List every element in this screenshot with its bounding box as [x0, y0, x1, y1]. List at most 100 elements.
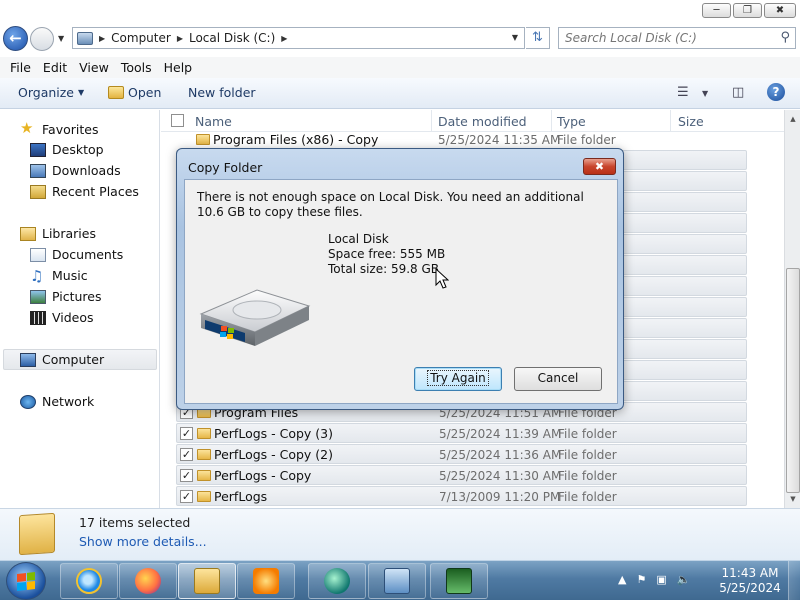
forward-button[interactable] — [30, 27, 54, 51]
table-row[interactable]: ✓ PerfLogs - Copy 5/25/2024 11:30 AM Fil… — [176, 465, 747, 485]
nav-desktop[interactable]: Desktop — [30, 142, 104, 157]
cancel-button[interactable]: Cancel — [514, 367, 602, 391]
address-bar[interactable]: ▶ Computer ▶ Local Disk (C:) ▶ ▼ — [72, 27, 525, 49]
taskbar-app[interactable] — [308, 563, 366, 599]
disk-name: Local Disk — [328, 232, 389, 246]
navigation-pane: ★ Favorites Desktop Downloads Recent Pla… — [0, 110, 160, 508]
scroll-down-icon[interactable]: ▼ — [787, 492, 799, 506]
taskbar: ▲ ⚑ ▣ 🔈 11:43 AM 5/25/2024 — [0, 560, 800, 600]
file-date: 5/25/2024 11:35 AM — [438, 133, 561, 147]
change-view-icon[interactable]: ☰ — [677, 85, 689, 100]
breadcrumb-arrow-icon[interactable]: ▶ — [281, 34, 287, 43]
start-button[interactable] — [6, 562, 46, 600]
preview-pane-icon[interactable]: ◫ — [732, 85, 744, 100]
dialog-close-button[interactable]: ✖ — [583, 158, 616, 175]
minimize-button[interactable]: ─ — [702, 3, 731, 18]
breadcrumb-local-disk[interactable]: Local Disk (C:) — [189, 31, 275, 45]
menu-view[interactable]: View — [79, 57, 121, 78]
mouse-cursor-icon — [435, 268, 449, 289]
try-again-button[interactable]: Try Again — [414, 367, 502, 391]
show-hidden-icons-icon[interactable]: ▲ — [618, 573, 626, 586]
column-size[interactable]: Size — [678, 114, 704, 129]
maximize-button[interactable]: ❐ — [733, 3, 762, 18]
column-type[interactable]: Type — [557, 114, 586, 129]
organize-label: Organize — [18, 85, 74, 100]
taskbar-internet-explorer[interactable] — [60, 563, 118, 599]
refresh-icon[interactable]: ⇅ — [526, 27, 550, 49]
taskbar-firefox[interactable] — [119, 563, 177, 599]
row-checkbox[interactable]: ✓ — [180, 490, 193, 503]
scrollbar-thumb[interactable] — [786, 268, 800, 493]
taskbar-remote-desktop[interactable] — [368, 563, 426, 599]
menu-help[interactable]: Help — [164, 57, 205, 78]
back-button[interactable]: ← — [3, 26, 28, 51]
search-box[interactable]: ⚲ — [558, 27, 796, 49]
column-name[interactable]: Name — [195, 114, 232, 129]
nav-computer[interactable]: Computer — [20, 352, 104, 367]
folder-icon — [197, 470, 211, 481]
row-checkbox[interactable]: ✓ — [180, 427, 193, 440]
nav-music[interactable]: ♫ Music — [30, 268, 88, 283]
menu-file[interactable]: File — [10, 57, 43, 78]
scroll-up-icon[interactable]: ▲ — [787, 112, 799, 126]
folder-icon — [194, 568, 220, 594]
vertical-scrollbar[interactable]: ▲ ▼ — [784, 110, 800, 508]
row-checkbox[interactable]: ✓ — [180, 448, 193, 461]
nav-videos[interactable]: Videos — [30, 310, 94, 325]
table-row[interactable]: ✓ PerfLogs 7/13/2009 11:20 PM File folde… — [176, 486, 747, 506]
clock[interactable]: 11:43 AM 5/25/2024 — [718, 566, 782, 596]
show-more-details-link[interactable]: Show more details... — [79, 534, 207, 549]
remote-desktop-icon — [384, 568, 410, 594]
nav-recent-label: Recent Places — [52, 184, 139, 199]
column-date-modified[interactable]: Date modified — [438, 114, 527, 129]
taskbar-media-player[interactable] — [237, 563, 295, 599]
breadcrumb-arrow-icon[interactable]: ▶ — [177, 34, 183, 43]
open-button[interactable]: Open — [108, 85, 161, 100]
breadcrumb-computer[interactable]: Computer — [111, 31, 171, 45]
organize-button[interactable]: Organize ▼ — [18, 85, 84, 100]
close-button[interactable]: ✖ — [764, 3, 796, 18]
table-row[interactable]: ✓ PerfLogs - Copy (2) 5/25/2024 11:36 AM… — [176, 444, 747, 464]
folder-icon — [197, 428, 211, 439]
taskbar-windows-explorer[interactable] — [178, 563, 236, 599]
recent-places-icon — [30, 184, 46, 199]
downloads-icon — [30, 163, 46, 178]
table-row[interactable]: ✓ PerfLogs - Copy (3) 5/25/2024 11:39 AM… — [176, 423, 747, 443]
volume-muted-icon[interactable]: 🔈 — [677, 573, 691, 586]
menu-tools[interactable]: Tools — [121, 57, 164, 78]
menu-edit[interactable]: Edit — [43, 57, 79, 78]
address-dropdown-icon[interactable]: ▼ — [512, 33, 518, 42]
file-name: PerfLogs — [214, 489, 268, 504]
new-folder-button[interactable]: New folder — [188, 85, 256, 100]
recent-pages-dropdown[interactable]: ▼ — [58, 34, 64, 43]
breadcrumb-arrow-icon[interactable]: ▶ — [99, 34, 105, 43]
table-row[interactable]: Program Files (x86) - Copy 5/25/2024 11:… — [176, 130, 747, 150]
view-options-dropdown-icon[interactable]: ▼ — [702, 89, 708, 98]
file-name: PerfLogs - Copy — [214, 468, 312, 483]
file-name: PerfLogs - Copy (3) — [214, 426, 334, 441]
flag-icon[interactable]: ⚑ — [636, 573, 646, 586]
taskbar-task-manager[interactable] — [430, 563, 488, 599]
libraries-icon — [20, 226, 36, 241]
nav-documents[interactable]: Documents — [30, 247, 123, 262]
search-icon[interactable]: ⚲ — [780, 30, 790, 45]
network-icon — [20, 394, 36, 409]
nav-recent-places[interactable]: Recent Places — [30, 184, 139, 199]
firefox-icon — [135, 568, 161, 594]
search-input[interactable] — [559, 28, 769, 48]
nav-favorites[interactable]: ★ Favorites — [20, 121, 98, 137]
select-all-checkbox[interactable] — [171, 114, 184, 127]
help-icon[interactable]: ? — [767, 83, 785, 101]
network-status-icon[interactable]: ▣ — [656, 573, 666, 586]
nav-libraries[interactable]: Libraries — [20, 226, 96, 241]
row-checkbox[interactable]: ✓ — [180, 469, 193, 482]
nav-downloads[interactable]: Downloads — [30, 163, 121, 178]
nav-pictures[interactable]: Pictures — [30, 289, 102, 304]
file-type: File folder — [557, 133, 616, 147]
windows-logo-icon — [17, 572, 35, 591]
window-controls: ─ ❐ ✖ — [702, 3, 796, 18]
nav-desktop-label: Desktop — [52, 142, 104, 157]
file-name: PerfLogs - Copy (2) — [214, 447, 334, 462]
show-desktop-button[interactable] — [788, 561, 800, 600]
nav-network[interactable]: Network — [20, 394, 94, 409]
